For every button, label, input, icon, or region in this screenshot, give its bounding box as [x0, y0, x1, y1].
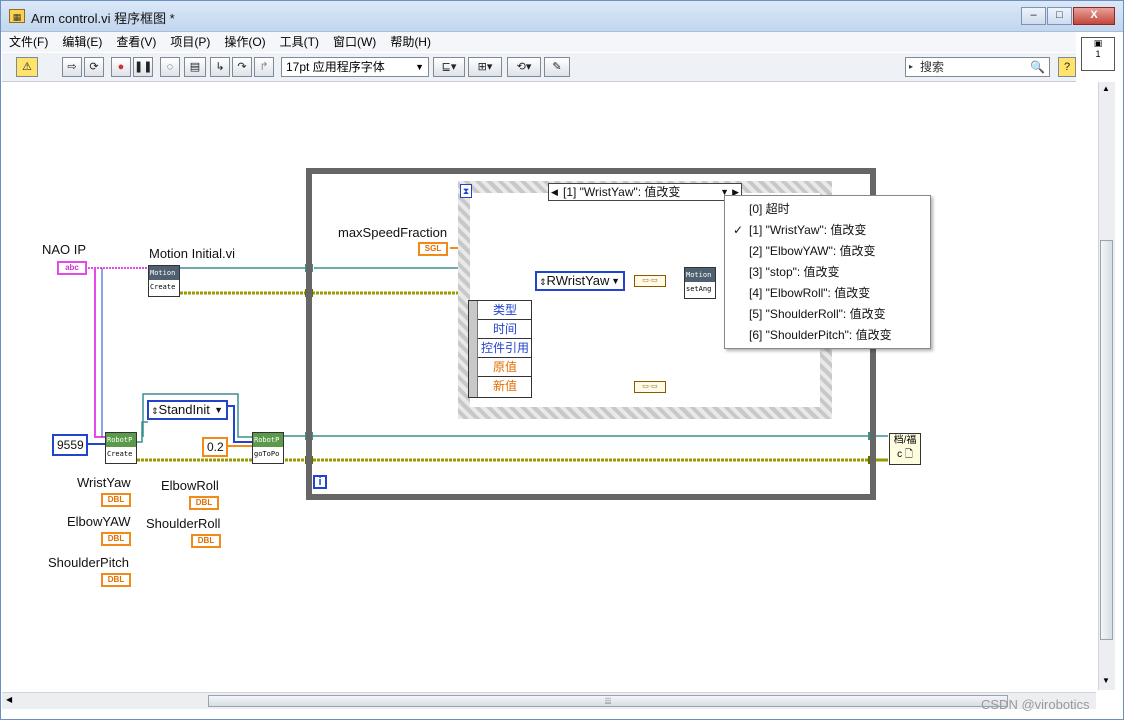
motion-initial-label: Motion Initial.vi [149, 246, 235, 261]
speed-constant[interactable]: 0.2 [202, 437, 228, 457]
dropdown-item-wristyaw[interactable]: ✓ [1] "WristYaw": 值改变 [725, 220, 930, 241]
distribute-icon[interactable]: ⊞▾ [468, 57, 502, 77]
run-continuous-icon[interactable]: ⟳ [84, 57, 104, 77]
horizontal-scrollbar[interactable]: ◀ ⦙⦙⦙ [2, 692, 1096, 709]
labview-app-icon: ▦ [9, 9, 25, 23]
port-constant[interactable]: 9559 [52, 434, 88, 456]
robot-goto-subvi[interactable]: RobotP goToPo [252, 432, 284, 464]
motion-setangles-subvi[interactable]: Motion setAng [684, 267, 716, 299]
menu-operate[interactable]: 操作(O) [217, 32, 272, 52]
window-title: Arm control.vi 程序框图 * [31, 11, 175, 26]
dropdown-item-timeout[interactable]: [0] 超时 [725, 199, 930, 220]
dropdown-item-shoulderroll[interactable]: [5] "ShoulderRoll": 值改变 [725, 304, 930, 325]
run-icon[interactable]: ⇨ [62, 57, 82, 77]
menu-file[interactable]: 文件(F) [2, 32, 55, 52]
shoulder-pitch-terminal[interactable]: DBL [101, 573, 131, 587]
menu-help[interactable]: 帮助(H) [383, 32, 438, 52]
chevron-down-icon: ▼ [415, 62, 424, 72]
title-bar: ▦ Arm control.vi 程序框图 * – □ X [1, 1, 1123, 32]
menu-edit[interactable]: 编辑(E) [55, 32, 109, 52]
event-case-selector[interactable]: ◀ [1] "WristYaw": 值改变 ▼ ▶ [548, 183, 742, 201]
menu-project[interactable]: 项目(P) [163, 32, 217, 52]
abort-icon[interactable]: ● [111, 57, 131, 77]
scroll-down-icon[interactable]: ▼ [1102, 676, 1110, 685]
chevron-down-icon[interactable]: ▼ [611, 273, 620, 289]
build-array-node[interactable]: ▭·▭ [634, 275, 666, 287]
watermark: CSDN @virobotics [981, 697, 1090, 712]
search-icon[interactable]: 🔍 [1030, 58, 1045, 76]
highlight-icon[interactable]: ◌ [160, 57, 180, 77]
shoulder-roll-terminal[interactable]: DBL [191, 534, 221, 548]
labview-window: ▦ Arm control.vi 程序框图 * – □ X 文件(F) 编辑(E)… [0, 0, 1124, 720]
elbow-roll-terminal[interactable]: DBL [189, 496, 219, 510]
retain-wire-icon[interactable]: ▤ [184, 57, 206, 77]
menu-bar: 文件(F) 编辑(E) 查看(V) 项目(P) 操作(O) 工具(T) 窗口(W) 帮助(H) [2, 32, 1076, 52]
menu-tools[interactable]: 工具(T) [273, 32, 326, 52]
horizontal-scroll-thumb[interactable]: ⦙⦙⦙ [208, 695, 1008, 707]
menu-window[interactable]: 窗口(W) [326, 32, 383, 52]
elbow-yaw-terminal[interactable]: DBL [101, 532, 131, 546]
event-data-newval[interactable]: 新值 [478, 377, 532, 396]
maximize-button[interactable]: □ [1047, 7, 1072, 25]
dropdown-item-elbowroll[interactable]: [4] "ElbowRoll": 值改变 [725, 283, 930, 304]
minimize-button[interactable]: – [1021, 7, 1046, 25]
search-input[interactable]: ▸ 搜索 🔍 [905, 57, 1050, 77]
wrist-yaw-label: WristYaw [77, 475, 131, 490]
event-data-time[interactable]: 时间 [478, 320, 532, 339]
dropdown-item-stop[interactable]: [3] "stop": 值改变 [725, 262, 930, 283]
close-reference-node[interactable]: 档/福 c 🗋 [889, 433, 921, 465]
previous-case-icon[interactable]: ◀ [551, 184, 558, 200]
wrist-yaw-terminal[interactable]: DBL [101, 493, 131, 507]
max-speed-terminal[interactable]: SGL [418, 242, 448, 256]
build-array-node[interactable]: ▭·▭ [634, 381, 666, 393]
dropdown-item-elbowyaw[interactable]: [2] "ElbowYAW": 值改变 [725, 241, 930, 262]
pause-icon[interactable]: ❚❚ [133, 57, 153, 77]
event-data-type[interactable]: 类型 [478, 301, 532, 320]
scroll-left-icon[interactable]: ◀ [6, 695, 12, 704]
motion-create-subvi[interactable]: Motion Create [148, 265, 180, 297]
step-over-icon[interactable]: ↷ [232, 57, 252, 77]
menu-view[interactable]: 查看(V) [109, 32, 163, 52]
event-data-node[interactable]: 类型 时间 控件引用 原值 新值 [468, 300, 532, 398]
font-select[interactable]: 17pt 应用程序字体 ▼ [281, 57, 429, 77]
dropdown-item-shoulderpitch[interactable]: [6] "ShoulderPitch": 值改变 [725, 325, 930, 346]
shoulder-roll-label: ShoulderRoll [146, 516, 221, 531]
reorder-icon[interactable]: ⟲▾ [507, 57, 541, 77]
vi-connector-icon[interactable]: ▣ 1 [1081, 37, 1115, 71]
event-data-oldval[interactable]: 原值 [478, 358, 532, 377]
toolbar: ⚠ ⇨ ⟳ ● ❚❚ ◌ ▤ ↳ ↷ ↱ 17pt 应用程序字体 ▼ ⊑▾ ⊞▾ … [2, 53, 1076, 82]
help-icon[interactable]: ? [1058, 57, 1076, 77]
checkmark-icon: ✓ [733, 223, 744, 237]
scroll-up-icon[interactable]: ▲ [1102, 84, 1110, 93]
warning-icon[interactable]: ⚠ [16, 57, 38, 77]
block-diagram-canvas[interactable]: i ⧗ ◀ [1] "WristYaw": 值改变 ▼ ▶ 类型 时间 控件引用… [2, 82, 1096, 690]
nao-ip-terminal[interactable]: abc [57, 261, 87, 275]
timeout-hourglass-icon[interactable]: ⧗ [460, 184, 472, 198]
chevron-down-icon[interactable]: ▼ [214, 402, 223, 418]
event-case-dropdown[interactable]: [0] 超时 ✓ [1] "WristYaw": 值改变 [2] "ElbowYA… [724, 195, 931, 349]
elbow-yaw-label: ElbowYAW [67, 514, 131, 529]
close-button[interactable]: X [1073, 7, 1115, 25]
align-icon[interactable]: ⊑▾ [433, 57, 465, 77]
step-into-icon[interactable]: ↳ [210, 57, 230, 77]
step-out-icon[interactable]: ↱ [254, 57, 274, 77]
loop-iteration-terminal[interactable]: i [313, 475, 327, 489]
stand-init-enum[interactable]: ⇕StandInit ▼ [147, 400, 228, 420]
max-speed-label: maxSpeedFraction [338, 225, 448, 240]
event-data-ctlref[interactable]: 控件引用 [478, 339, 532, 358]
nao-ip-label: NAO IP [42, 242, 87, 257]
rwrist-yaw-enum[interactable]: ⇕RWristYaw ▼ [535, 271, 625, 291]
vertical-scrollbar[interactable]: ▲ ▼ [1098, 82, 1115, 690]
shoulder-pitch-label: ShoulderPitch [48, 555, 129, 570]
vertical-scroll-thumb[interactable] [1100, 240, 1113, 640]
elbow-roll-label: ElbowRoll [161, 478, 219, 493]
clean-up-icon[interactable]: ✎ [544, 57, 570, 77]
robot-create-subvi[interactable]: RobotP Create [105, 432, 137, 464]
